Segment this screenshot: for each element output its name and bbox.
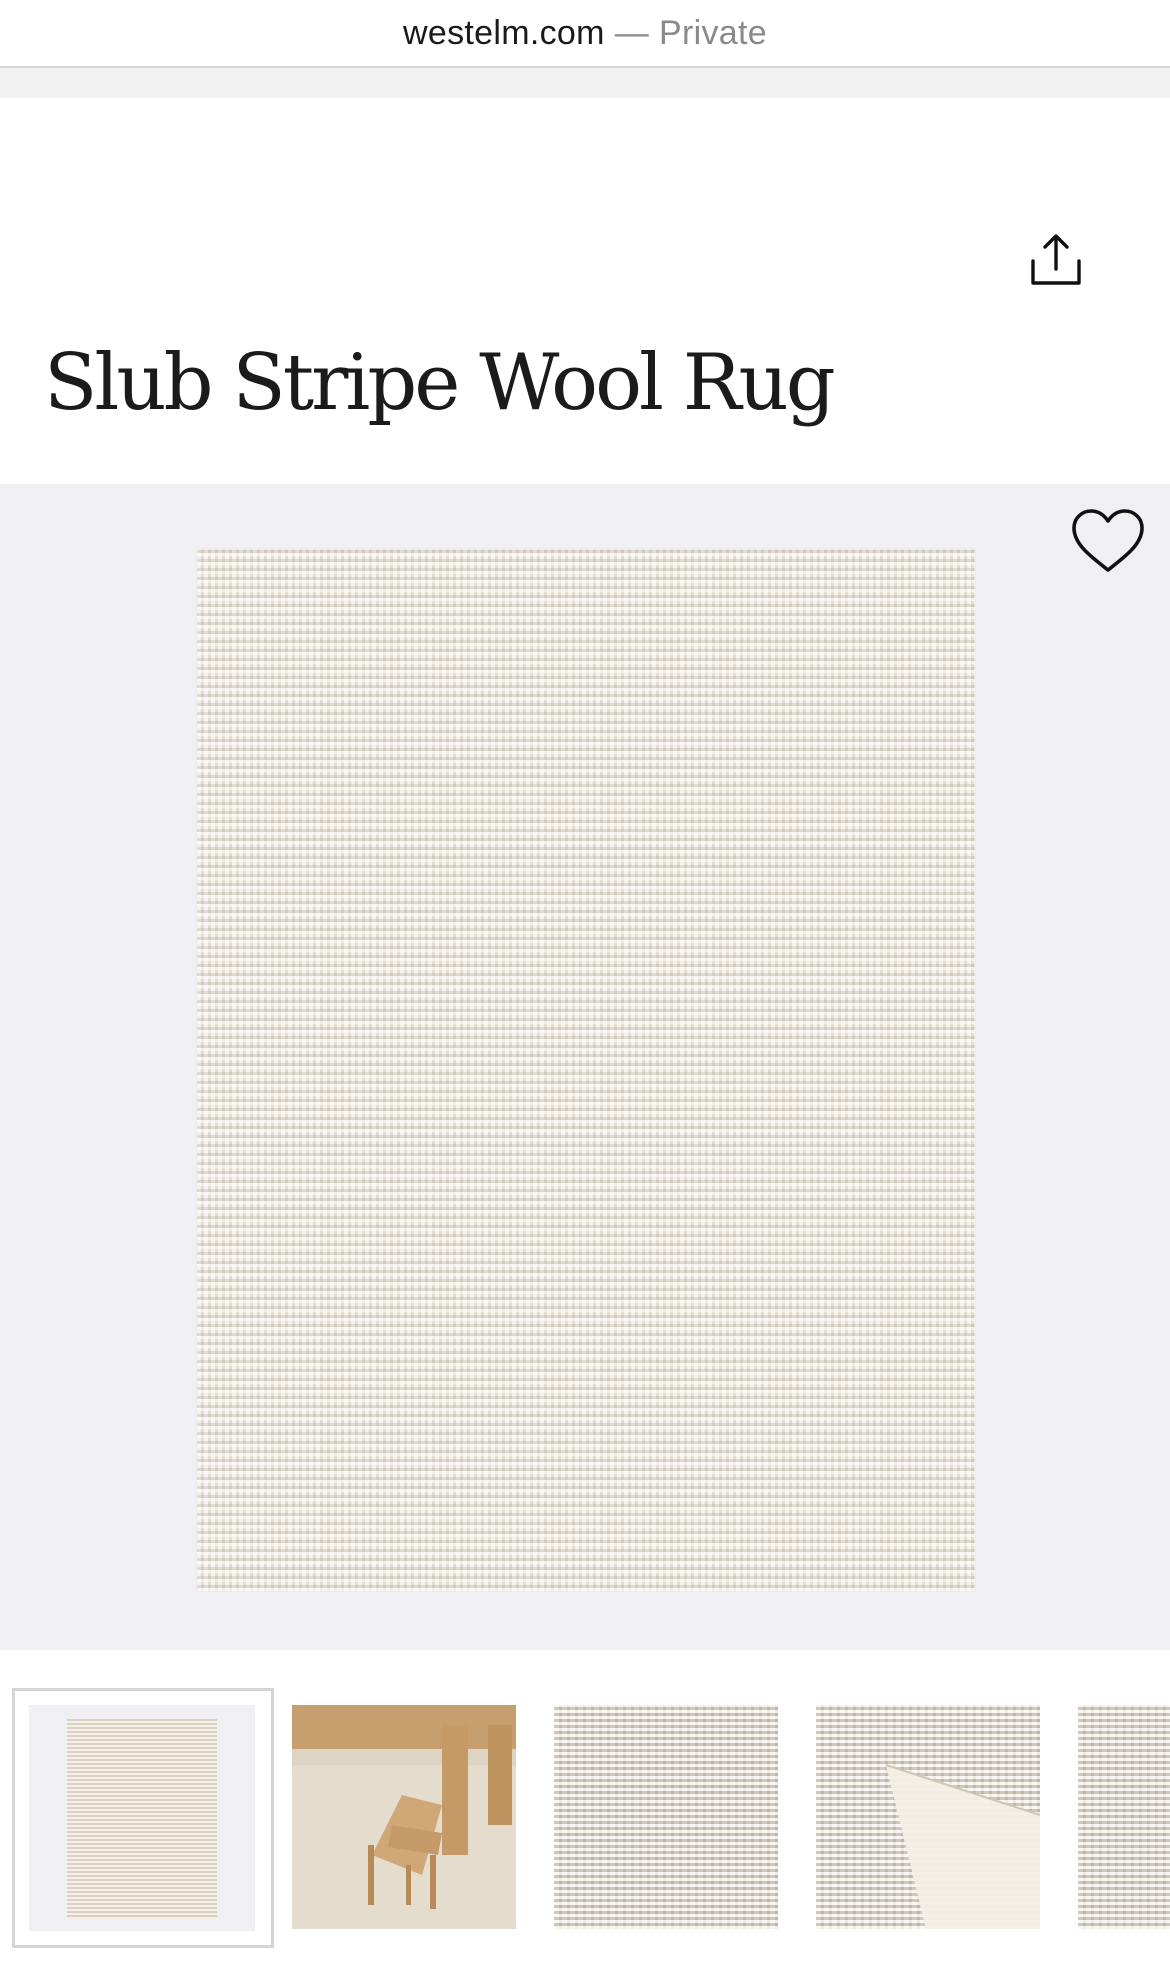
thumbnail-2[interactable]	[290, 1688, 516, 1938]
address-domain: westelm.com	[403, 13, 605, 52]
page-title: Slub Stripe Wool Rug	[44, 338, 836, 428]
rug-main-image	[197, 549, 975, 1591]
address-separator: —	[614, 13, 650, 52]
private-mode-label: Private	[659, 13, 767, 52]
thumbnail-image-room-scene	[292, 1705, 516, 1929]
heart-icon	[1072, 509, 1144, 572]
thumbnail-3[interactable]	[552, 1688, 778, 1938]
page-top-strip	[0, 68, 1170, 98]
favorite-button[interactable]	[1068, 505, 1148, 577]
product-image-hero[interactable]	[0, 484, 1170, 1650]
thumbnail-image-rug-backing	[816, 1705, 1040, 1929]
thumbnail-1[interactable]	[12, 1688, 274, 1948]
thumbnail-5[interactable]	[1076, 1688, 1170, 1938]
thumbnail-image-rug-flat	[29, 1705, 255, 1931]
thumbnail-image-rug-corner	[554, 1705, 778, 1929]
browser-address-bar[interactable]: westelm.com — Private	[0, 0, 1170, 68]
thumbnail-4[interactable]	[814, 1688, 1040, 1938]
thumbnail-image-rug-closeup	[1078, 1705, 1170, 1929]
share-icon	[1031, 234, 1081, 285]
thumbnail-strip[interactable]	[0, 1688, 1170, 1948]
share-button[interactable]	[1021, 226, 1091, 296]
